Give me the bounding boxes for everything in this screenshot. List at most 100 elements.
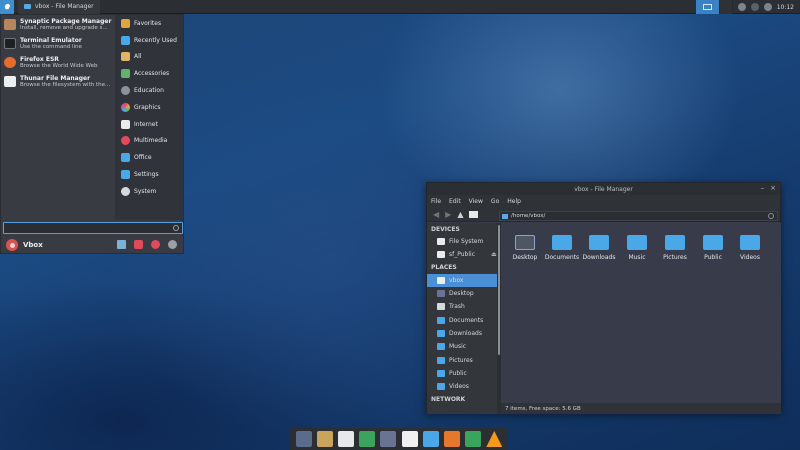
impress-icon[interactable] [443, 431, 460, 447]
eject-icon[interactable]: ⏏ [491, 251, 497, 258]
folder-icon [740, 235, 760, 250]
status-bar: 7 items, Free space: 5.6 GB [501, 403, 781, 414]
sidebar-item-pictures[interactable]: Pictures [427, 353, 497, 366]
minimize-icon[interactable]: – [761, 184, 765, 192]
desktop-icon [515, 235, 535, 250]
favorite-terminal[interactable]: Terminal Emulator Use the command line [1, 34, 115, 53]
back-icon[interactable]: ◀ [433, 210, 439, 219]
log-out-icon[interactable] [168, 240, 177, 249]
synaptic-icon [4, 19, 16, 30]
file-item-pictures[interactable]: Pictures [657, 235, 693, 261]
workspace-switcher[interactable] [695, 0, 733, 14]
menu-help[interactable]: Help [507, 198, 521, 205]
sidebar-item-label: sf_Public [449, 251, 475, 259]
category-multimedia[interactable]: Multimedia [115, 133, 183, 150]
taskbar-window-button[interactable]: vbox - File Manager [18, 0, 100, 14]
favorite-thunar[interactable]: Thunar File Manager Browse the filesyste… [1, 72, 115, 91]
sidebar-item-public[interactable]: Public [427, 367, 497, 380]
lock-screen-icon[interactable] [134, 240, 143, 249]
sidebar-item-label: Music [449, 343, 467, 351]
mail-icon[interactable] [337, 431, 354, 447]
thunar-icon [4, 76, 16, 87]
favorite-title: Terminal Emulator [20, 36, 82, 44]
sidebar-item-trash[interactable]: Trash [427, 300, 497, 313]
desktop-icon[interactable] [295, 431, 312, 447]
file-item-music[interactable]: Music [619, 235, 655, 261]
location-bar[interactable]: /home/vbox/ [499, 211, 778, 221]
file-item-videos[interactable]: Videos [732, 235, 768, 261]
network-icon[interactable] [737, 3, 746, 11]
category-all[interactable]: All [115, 49, 183, 66]
calc-icon[interactable] [465, 431, 482, 447]
category-office[interactable]: Office [115, 149, 183, 166]
software-store-icon[interactable] [359, 431, 376, 447]
sidebar-item-videos[interactable]: Videos [427, 380, 497, 393]
sidebar-item-desktop[interactable]: Desktop [427, 287, 497, 300]
sidebar-item-label: File System [449, 238, 484, 246]
workspace-1[interactable] [695, 0, 720, 14]
vlc-icon[interactable] [486, 431, 503, 447]
menu-go[interactable]: Go [491, 198, 499, 205]
folder-icon [502, 213, 508, 219]
sidebar-item-music[interactable]: Music [427, 340, 497, 353]
document-viewer-icon[interactable] [401, 431, 418, 447]
up-arrow-icon[interactable]: ▲ [457, 210, 463, 219]
menu-view[interactable]: View [469, 198, 483, 205]
folder-icon [437, 343, 445, 351]
favorite-firefox[interactable]: Firefox ESR Browse the World Wide Web [1, 53, 115, 72]
sidebar: DEVICES File System sf_Public ⏏ PLACES vb… [427, 223, 497, 414]
volume-icon[interactable] [750, 3, 759, 11]
category-accessories[interactable]: Accessories [115, 65, 183, 82]
category-favorites[interactable]: Favorites [115, 15, 183, 32]
top-panel: vbox - File Manager 10:12 [0, 0, 800, 14]
writer-icon[interactable] [422, 431, 439, 447]
category-education[interactable]: Education [115, 82, 183, 99]
folder-icon [24, 4, 31, 9]
file-item-downloads[interactable]: Downloads [581, 235, 617, 261]
sidebar-item-vbox[interactable]: vbox [427, 273, 497, 287]
screenshot-icon[interactable] [380, 431, 397, 447]
file-view: Desktop Documents Downloads Music Pictur… [501, 223, 781, 403]
sidebar-item-sf-public[interactable]: sf_Public ⏏ [427, 248, 497, 261]
category-label: Favorites [134, 19, 162, 27]
file-item-documents[interactable]: Documents [544, 235, 580, 261]
file-item-label: Public [704, 254, 722, 261]
favorite-synaptic[interactable]: Synaptic Package Manager Install, remove… [1, 15, 115, 34]
file-item-label: Pictures [663, 254, 687, 261]
category-settings[interactable]: Settings [115, 166, 183, 183]
file-item-desktop[interactable]: Desktop [507, 235, 543, 261]
folder-icon [627, 235, 647, 250]
switch-user-icon[interactable] [151, 240, 160, 249]
category-system[interactable]: System [115, 183, 183, 200]
drive-icon [437, 251, 445, 259]
sidebar-item-documents[interactable]: Documents [427, 313, 497, 326]
window-titlebar[interactable]: vbox - File Manager – × [427, 183, 780, 195]
avatar [6, 239, 18, 251]
file-item-public[interactable]: Public [695, 235, 731, 261]
power-icon[interactable] [763, 3, 772, 11]
file-manager-icon[interactable] [316, 431, 333, 447]
menu-file[interactable]: File [431, 198, 441, 205]
terminal-icon [4, 38, 16, 49]
home-icon[interactable] [469, 210, 479, 218]
all-apps-icon [121, 52, 130, 62]
close-icon[interactable]: × [770, 184, 776, 192]
menu-edit[interactable]: Edit [449, 198, 461, 205]
forward-icon[interactable]: ▶ [445, 210, 451, 219]
clock[interactable]: 10:12 [777, 4, 794, 11]
settings-manager-icon[interactable] [117, 240, 126, 249]
settings-icon [121, 170, 130, 180]
applications-menu-button[interactable] [0, 0, 14, 14]
sidebar-item-downloads[interactable]: Downloads [427, 327, 497, 340]
search-input[interactable] [3, 222, 183, 234]
folder-icon [552, 235, 572, 250]
category-graphics[interactable]: Graphics [115, 99, 183, 116]
workspace-2[interactable] [719, 0, 733, 14]
reload-icon[interactable] [768, 213, 774, 219]
category-internet[interactable]: Internet [115, 116, 183, 133]
category-recently-used[interactable]: Recently Used [115, 32, 183, 49]
sidebar-header-devices: DEVICES [431, 225, 460, 233]
sidebar-item-file-system[interactable]: File System [427, 235, 497, 248]
accessories-icon [121, 69, 130, 79]
sidebar-item-label: Documents [449, 316, 484, 324]
